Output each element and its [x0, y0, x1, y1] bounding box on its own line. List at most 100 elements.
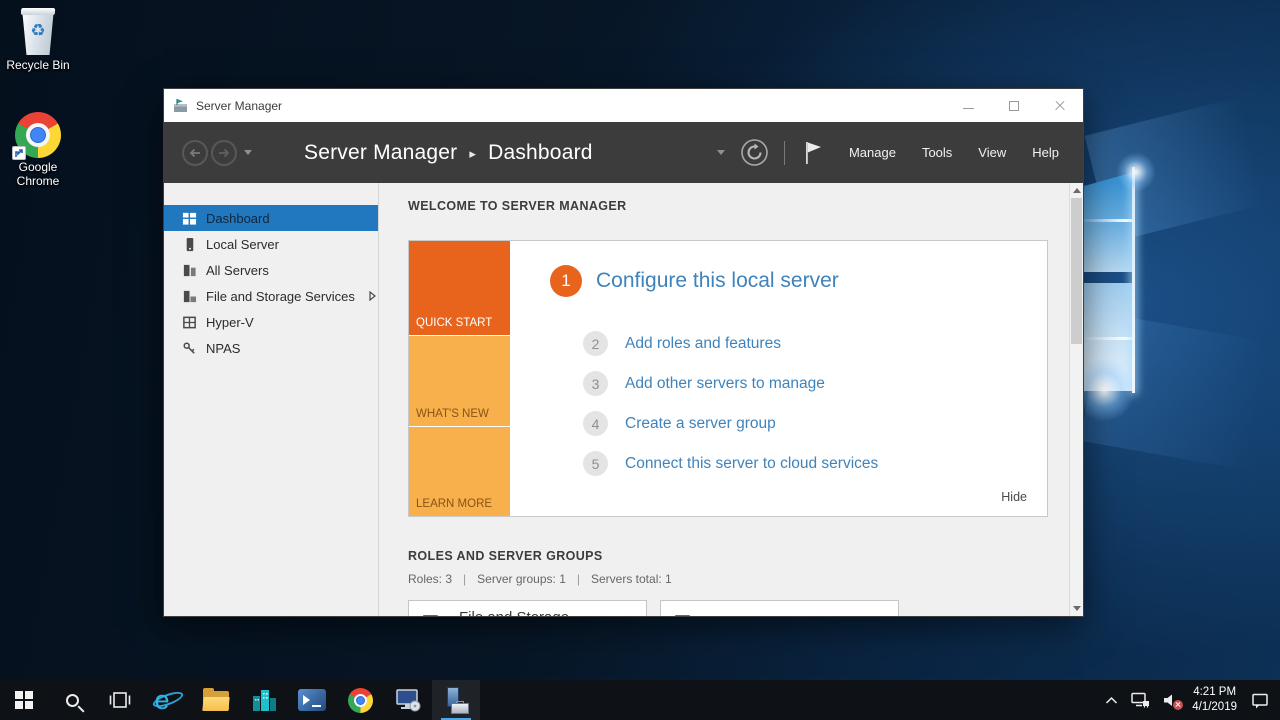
sidebar-item-all-servers[interactable]: All Servers: [164, 257, 378, 283]
task-view-button[interactable]: [96, 680, 144, 720]
tray-chevron-button[interactable]: [1105, 696, 1118, 705]
file-storage-icon: [182, 288, 198, 304]
tab-whats-new[interactable]: WHAT'S NEW: [409, 336, 510, 426]
folder-front: [202, 697, 229, 711]
action-center-button[interactable]: [1250, 691, 1270, 710]
step-number-badge: 5: [583, 451, 608, 476]
recycle-bin-icon: ♻: [18, 8, 58, 56]
close-button[interactable]: [1037, 89, 1083, 122]
step-configure-local-server[interactable]: 1 Configure this local server: [550, 265, 839, 297]
maximize-button[interactable]: [991, 89, 1037, 122]
step-link[interactable]: Connect this server to cloud services: [625, 455, 878, 473]
shortcut-arrow-icon: [12, 146, 26, 160]
action-center-icon: [1250, 691, 1270, 710]
sidebar-item-label: All Servers: [206, 263, 269, 278]
menu-manage[interactable]: Manage: [849, 145, 896, 160]
chrome-icon-core: [30, 127, 46, 143]
expand-arrow-icon[interactable]: [369, 291, 376, 301]
internet-explorer-button[interactable]: e: [144, 680, 192, 720]
npas-key-icon: [182, 340, 198, 356]
computer-app-button[interactable]: [384, 680, 432, 720]
file-explorer-icon: [203, 691, 229, 711]
forward-button[interactable]: [211, 140, 237, 166]
servers-stack-icon: [423, 614, 447, 617]
task-view-icon: [108, 689, 132, 711]
hide-link[interactable]: Hide: [1001, 490, 1027, 504]
step-link[interactable]: Configure this local server: [596, 269, 839, 293]
minimize-button[interactable]: [945, 89, 991, 122]
desktop: ♻ Recycle Bin Google Chrome Server Manag…: [0, 0, 1280, 720]
wallpaper-light-streak: [1084, 337, 1134, 340]
tab-label: LEARN MORE: [416, 498, 492, 510]
toolbox: [451, 703, 469, 714]
roles-heading: ROLES AND SERVER GROUPS: [408, 549, 603, 563]
step-link[interactable]: Create a server group: [625, 415, 776, 433]
powershell-button[interactable]: [288, 680, 336, 720]
file-explorer-button[interactable]: [192, 680, 240, 720]
server-manager-taskbar-button[interactable]: [432, 680, 480, 720]
servers-dropdown-icon[interactable]: [717, 150, 725, 155]
scroll-down-button[interactable]: [1070, 601, 1083, 616]
desktop-icon-recycle-bin[interactable]: ♻ Recycle Bin: [2, 8, 74, 73]
scroll-down-icon: [1073, 606, 1081, 611]
menu-tools[interactable]: Tools: [922, 145, 952, 160]
tab-label: WHAT'S NEW: [416, 408, 489, 420]
step-create-server-group[interactable]: 4 Create a server group: [583, 411, 776, 436]
breadcrumb-root[interactable]: Server Manager: [304, 141, 457, 165]
all-servers-icon: [182, 262, 198, 278]
tab-quick-start[interactable]: QUICK START: [409, 241, 510, 335]
history-dropdown-icon[interactable]: [244, 150, 252, 155]
step-link[interactable]: Add other servers to manage: [625, 375, 825, 393]
sidebar-item-dashboard[interactable]: Dashboard: [164, 205, 378, 231]
sidebar-item-label: Hyper-V: [206, 315, 254, 330]
taskbar-clock[interactable]: 4:21 PM 4/1/2019: [1192, 685, 1237, 715]
step-connect-cloud[interactable]: 5 Connect this server to cloud services: [583, 451, 878, 476]
tile-file-storage-services[interactable]: File and Storage: [408, 600, 647, 617]
recycle-bin-lid: [21, 8, 55, 15]
main-content: WELCOME TO SERVER MANAGER QUICK START WH…: [380, 183, 1069, 616]
computer-icon: [395, 687, 422, 713]
taskbar: e: [0, 680, 1280, 720]
step-add-roles[interactable]: 2 Add roles and features: [583, 331, 781, 356]
menu-view[interactable]: View: [978, 145, 1006, 160]
window-titlebar[interactable]: Server Manager: [164, 89, 1083, 122]
start-button[interactable]: [0, 680, 48, 720]
sidebar-item-file-storage-services[interactable]: File and Storage Services: [164, 283, 378, 309]
chrome-icon-core: [356, 696, 365, 705]
volume-muted-badge: [1173, 700, 1183, 710]
back-button[interactable]: [182, 140, 208, 166]
desktop-icon-google-chrome[interactable]: Google Chrome: [2, 112, 74, 189]
step-number-badge: 4: [583, 411, 608, 436]
scrollbar-thumb[interactable]: [1071, 198, 1082, 344]
sidebar-item-hyper-v[interactable]: Hyper-V: [164, 309, 378, 335]
chrome-taskbar-button[interactable]: [336, 680, 384, 720]
sidebar-item-local-server[interactable]: Local Server: [164, 231, 378, 257]
sidebar: Dashboard Local Server All Servers: [164, 183, 379, 616]
network-tray-button[interactable]: [1131, 692, 1150, 708]
search-icon: [66, 694, 79, 707]
chevron-up-icon: [1105, 696, 1118, 705]
step-link[interactable]: Add roles and features: [625, 335, 781, 353]
chrome-icon: [348, 688, 373, 713]
system-tray: 4:21 PM 4/1/2019: [1105, 680, 1280, 720]
taskbar-search-button[interactable]: [48, 680, 96, 720]
refresh-icon[interactable]: [740, 138, 769, 167]
notifications-flag-icon[interactable]: [800, 139, 824, 167]
forward-arrow-icon: [217, 147, 231, 159]
breadcrumb-current[interactable]: Dashboard: [488, 141, 593, 165]
stat-separator: |: [463, 572, 466, 586]
scroll-up-button[interactable]: [1070, 183, 1083, 198]
volume-tray-button[interactable]: [1163, 693, 1179, 708]
toolbar-separator: [784, 141, 785, 165]
datacenter-app-button[interactable]: [240, 680, 288, 720]
welcome-panel: QUICK START WHAT'S NEW LEARN MORE 1 Conf…: [408, 240, 1048, 517]
menu-help[interactable]: Help: [1032, 145, 1059, 160]
tab-learn-more[interactable]: LEARN MORE: [409, 427, 510, 516]
tile-server-group[interactable]: [660, 600, 899, 617]
step-number-badge: 3: [583, 371, 608, 396]
step-add-servers[interactable]: 3 Add other servers to manage: [583, 371, 825, 396]
maximize-icon: [1009, 101, 1019, 111]
vertical-scrollbar[interactable]: [1069, 183, 1083, 616]
sidebar-item-npas[interactable]: NPAS: [164, 335, 378, 361]
wallpaper-light-streak: [1084, 219, 1134, 222]
